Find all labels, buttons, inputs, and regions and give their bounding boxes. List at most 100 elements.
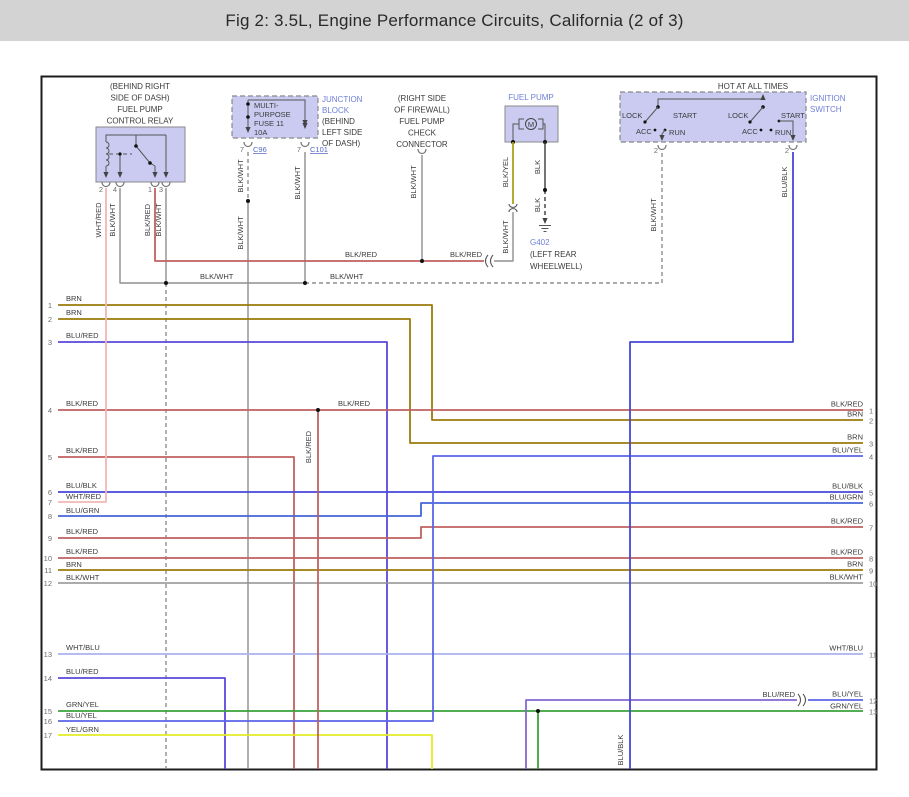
- junction-block: MULTI- PURPOSE FUSE 11 10A JUNCTION BLOC…: [232, 95, 363, 250]
- ign-g1-acc: ACC: [636, 127, 652, 136]
- row-wires: BLK/RED BLK/RED BLU/RED: [58, 152, 863, 769]
- row-num-r12: 12: [869, 697, 877, 706]
- ign-g2-acc: ACC: [742, 127, 758, 136]
- row-label-l2: BRN: [66, 308, 82, 317]
- ground-g402: G402 (LEFT REAR WHEELWELL): [530, 218, 583, 271]
- row-num-l10: 10: [44, 554, 52, 563]
- ign-g2-start: START: [781, 111, 805, 120]
- row-num-r10: 10: [869, 580, 877, 589]
- row-num-l17: 17: [44, 731, 52, 740]
- ign-g2-lock: LOCK: [728, 111, 748, 120]
- row-label-l3: BLU/RED: [66, 331, 99, 340]
- relay-location-line1: (BEHIND RIGHT: [110, 82, 170, 91]
- fuel-pump-label: FUEL PUMP: [508, 93, 554, 102]
- hot-at-all-times-label: HOT AT ALL TIMES: [718, 82, 788, 91]
- fuel-pump: FUEL PUMP M BLK/YEL BLK/WHT BLK BLK: [501, 93, 558, 254]
- row-label-r13: GRN/YEL: [830, 702, 863, 711]
- row-num-r1: 1: [869, 407, 873, 416]
- check-label-line1: (RIGHT SIDE: [398, 94, 446, 103]
- inline-connector-icon: [509, 204, 517, 212]
- row-label-l12: BLK/WHT: [66, 573, 100, 582]
- relay-location-line2: SIDE OF DASH): [110, 94, 169, 103]
- row-label-r9: BRN: [847, 560, 863, 569]
- row-num-l6: 6: [48, 488, 52, 497]
- row-num-l9: 9: [48, 534, 52, 543]
- check-wire-label: BLK/WHT: [409, 165, 418, 199]
- connector-link-c101[interactable]: C101: [310, 145, 328, 154]
- relay-name-line1: FUEL PUMP: [117, 105, 163, 114]
- wire-row9-blkred: [58, 527, 863, 538]
- row-label-r4: BLU/YEL: [832, 446, 863, 455]
- row-num-r4: 4: [869, 453, 873, 462]
- row-label-l5: BLK/RED: [66, 446, 99, 455]
- c101-wire-label: BLK/WHT: [293, 166, 302, 200]
- row-num-l13: 13: [44, 650, 52, 659]
- row-num-l8: 8: [48, 512, 52, 521]
- row-label-r2: BRN: [847, 410, 863, 419]
- fuel-pump-control-relay: (BEHIND RIGHT SIDE OF DASH) FUEL PUMP CO…: [94, 82, 185, 238]
- ign-g1-run: RUN: [669, 128, 685, 137]
- row-num-r3: 3: [869, 440, 873, 449]
- row-label-l9: BLK/RED: [66, 527, 99, 536]
- relay-pin-3: 3: [159, 185, 163, 194]
- junction-pin-7a: 7: [240, 145, 244, 154]
- motor-m: M: [528, 120, 534, 129]
- wire-relay-pin1-blkred: [155, 188, 484, 261]
- wiring-diagram: (BEHIND RIGHT SIDE OF DASH) FUEL PUMP CO…: [0, 0, 909, 797]
- ground-loc-line1: (LEFT REAR: [530, 250, 577, 259]
- ignition-wire-label-blkwht: BLK/WHT: [649, 198, 658, 232]
- row-num-l7: 7: [48, 498, 52, 507]
- wire-row16-bluyel: [58, 456, 863, 721]
- ign-g1-start: START: [673, 111, 697, 120]
- row-num-r2: 2: [869, 417, 873, 426]
- row-num-l1: 1: [48, 301, 52, 310]
- row-label-l6: BLU/BLK: [66, 481, 97, 490]
- junction-label-line3: (BEHIND: [322, 117, 355, 126]
- net-label-blkwht-a: BLK/WHT: [200, 272, 234, 281]
- wire-row14-blured: [58, 678, 225, 769]
- ignition-name-line2: SWITCH: [810, 105, 842, 114]
- wire-ignition-blublk: [630, 152, 793, 769]
- wire-row8-blugrn: [58, 503, 863, 516]
- fuse-label-line3: FUSE 11: [254, 119, 284, 128]
- row-label-l8: BLU/GRN: [66, 506, 99, 515]
- ign-g2-run: RUN: [775, 128, 791, 137]
- pump-wire-label-blk-upper: BLK: [533, 160, 542, 174]
- row-num-l14: 14: [44, 674, 52, 683]
- row-label-r6: BLU/GRN: [830, 493, 863, 502]
- row-num-l12: 12: [44, 579, 52, 588]
- row4-vert-label: BLK/RED: [304, 430, 313, 463]
- check-label-line2: OF FIREWALL): [394, 106, 450, 115]
- pump-wire-label-blkwht: BLK/WHT: [501, 220, 510, 254]
- row-label-l16: BLU/YEL: [66, 711, 97, 720]
- junction-label-line2: BLOCK: [322, 106, 350, 115]
- pump-wire-label-blk-lower: BLK: [533, 198, 542, 212]
- junction-label-line4: LEFT SIDE: [322, 128, 362, 137]
- ignition-name-line1: IGNITION: [810, 94, 846, 103]
- row-num-r11: 11: [869, 651, 877, 660]
- row-label-r7: BLK/RED: [831, 517, 864, 526]
- row-num-r8: 8: [869, 555, 873, 564]
- row-label-l15: GRN/YEL: [66, 700, 99, 709]
- row-label-r12: BLU/YEL: [832, 690, 863, 699]
- fuse-label-line1: MULTI-: [254, 101, 279, 110]
- row-num-r13: 13: [869, 708, 877, 717]
- check-label-line5: CONNECTOR: [396, 140, 448, 149]
- wire-row5-blkred: [58, 457, 294, 769]
- row4-mid-label: BLK/RED: [338, 399, 371, 408]
- row-label-r3: BRN: [847, 433, 863, 442]
- row-num-l4: 4: [48, 406, 52, 415]
- row-num-l3: 3: [48, 338, 52, 347]
- ignition-pin-2a: 2: [654, 146, 658, 155]
- row-num-r5: 5: [869, 489, 873, 498]
- relay-pin-1: 1: [148, 185, 152, 194]
- c96-wire-label-lower: BLK/WHT: [236, 216, 245, 250]
- wire-row1-brn: [58, 305, 863, 420]
- row-label-r11: WHT/BLU: [829, 644, 863, 653]
- wire-blkwht-dashed-net: [305, 152, 662, 283]
- wire-row2-brn: [58, 319, 863, 443]
- connector-link-c96[interactable]: C96: [253, 145, 267, 154]
- ignition-wire-label-blublk: BLU/BLK: [780, 167, 789, 198]
- relay-wire-label-blkred: BLK/RED: [143, 203, 152, 236]
- ign-g1-lock: LOCK: [622, 111, 642, 120]
